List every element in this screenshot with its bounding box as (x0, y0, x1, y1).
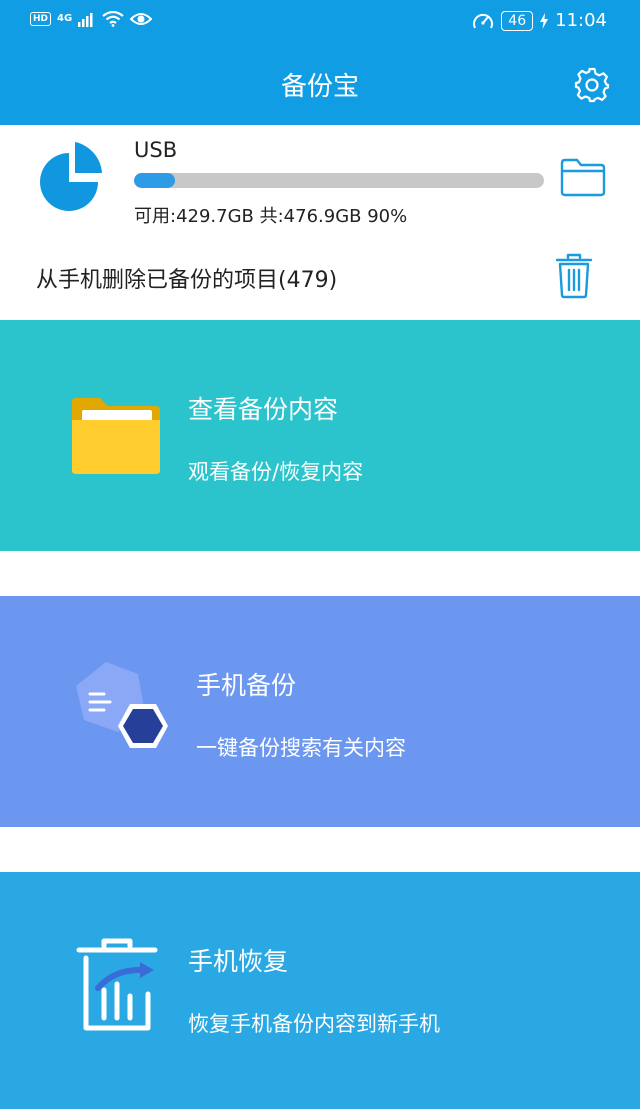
gear-icon[interactable] (574, 67, 610, 103)
trash-outline-icon[interactable] (555, 253, 593, 299)
pie-chart-icon (40, 142, 102, 211)
view-backup-card[interactable]: 查看备份内容 观看备份/恢复内容 (0, 320, 640, 551)
app-title: 备份宝 (280, 72, 359, 102)
status-left: HD 4G (30, 11, 153, 27)
charging-icon (540, 12, 549, 29)
app-header: HD 4G 46 11:04 备份宝 (0, 0, 640, 125)
delete-backed-up-items[interactable]: 从手机删除已备份的项目(479) (36, 262, 337, 294)
speedometer-icon (473, 13, 494, 28)
status-right: 46 11:04 (472, 10, 607, 31)
phone-backup-card[interactable]: 手机备份 一键备份搜索有关内容 (0, 596, 640, 827)
network-type: 4G (57, 13, 73, 24)
clock: 11:04 (555, 10, 607, 31)
storage-usage-text: 可用:429.7GB 共:476.9GB 90% (134, 206, 408, 227)
status-bar: HD 4G 46 11:04 (0, 0, 640, 44)
phone-restore-subtitle: 恢复手机备份内容到新手机 (188, 1012, 440, 1036)
hd-badge: HD (30, 12, 52, 26)
wifi-icon (102, 11, 124, 27)
phone-restore-card[interactable]: 手机恢复 恢复手机备份内容到新手机 (0, 872, 640, 1109)
eye-icon (130, 13, 153, 25)
hexagon-backup-icon (76, 662, 168, 748)
folder-icon (72, 398, 160, 474)
storage-progress-bar (134, 173, 544, 188)
signal-icon (78, 13, 93, 27)
phone-backup-subtitle: 一键备份搜索有关内容 (196, 736, 406, 760)
restore-bin-icon (76, 938, 158, 1031)
storage-progress-fill (134, 173, 175, 188)
view-backup-subtitle: 观看备份/恢复内容 (188, 460, 364, 484)
phone-backup-title: 手机备份 (196, 671, 297, 700)
phone-restore-title: 手机恢复 (188, 947, 289, 976)
device-label: USB (134, 138, 178, 162)
battery-level: 46 (501, 10, 534, 31)
folder-outline-icon[interactable] (560, 157, 606, 197)
view-backup-title: 查看备份内容 (188, 395, 339, 424)
